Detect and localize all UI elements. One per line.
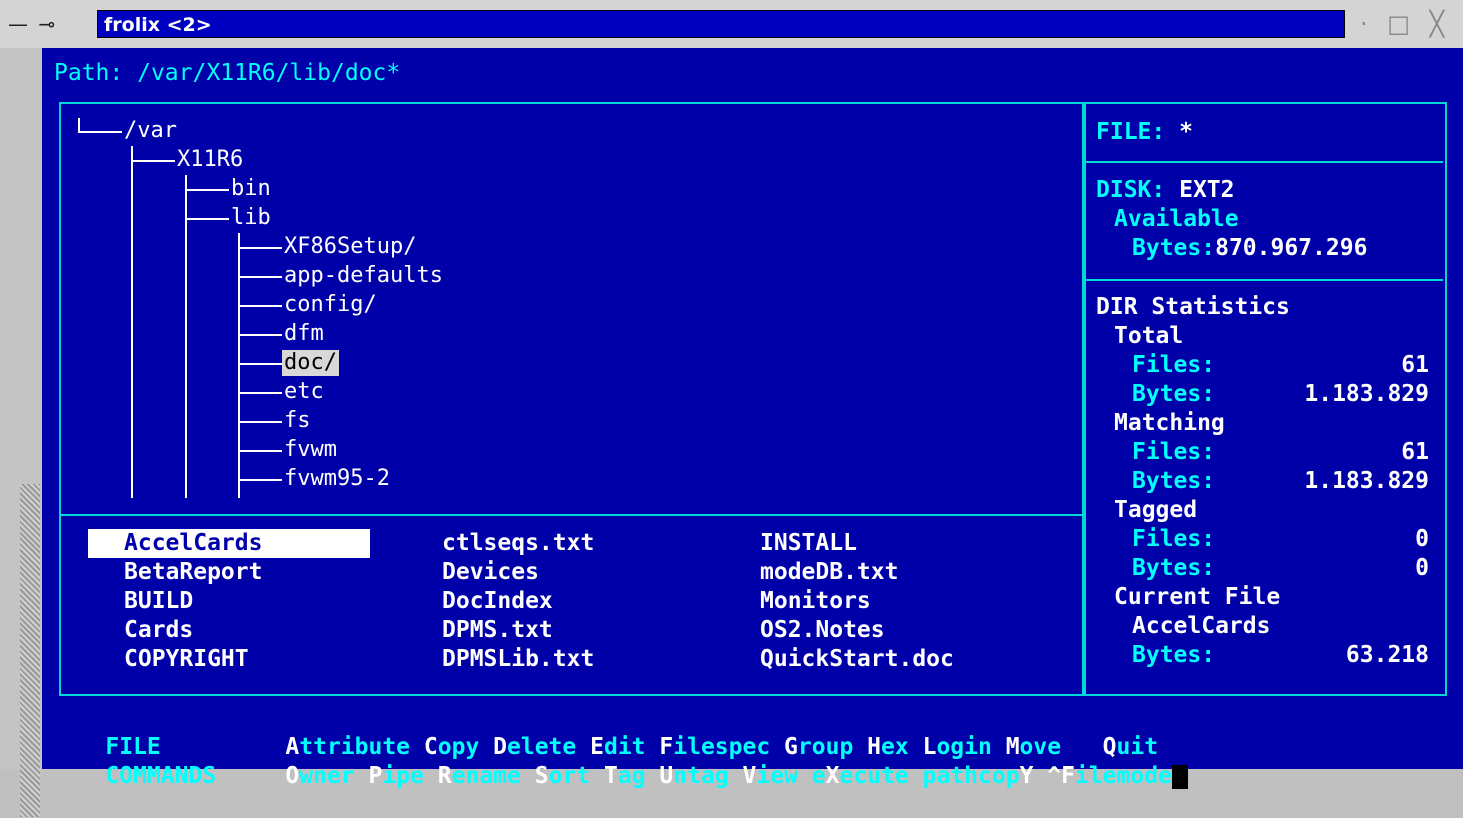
command-pipe[interactable]: Pipe <box>369 763 424 789</box>
tree-item[interactable]: /var <box>124 118 177 144</box>
command-tag[interactable]: Tag <box>604 763 646 789</box>
total-files-value: 61 <box>1401 352 1429 378</box>
tree-item[interactable]: fvwm95-2 <box>284 466 390 492</box>
command-pathcopy[interactable]: pathcopY <box>923 763 1034 789</box>
tree-item[interactable]: bin <box>231 176 271 202</box>
tagged-files-value: 0 <box>1415 526 1429 552</box>
total-heading: Total <box>1114 323 1184 349</box>
file-item[interactable]: DocIndex <box>442 587 553 616</box>
command-sort[interactable]: Sort <box>535 763 590 789</box>
file-item[interactable]: BUILD <box>124 587 193 616</box>
command-menu-row-2: COMMANDS Owner Pipe Rename Sort Tag Untag… <box>50 734 1188 818</box>
tree-item[interactable]: app-defaults <box>284 263 443 289</box>
bytes-label: Bytes: <box>1132 381 1216 407</box>
files-label: Files: <box>1132 439 1216 465</box>
files-label: Files: <box>1132 526 1216 552</box>
info-divider-1 <box>1084 161 1443 163</box>
file-item[interactable]: COPYRIGHT <box>124 645 249 674</box>
command-untag[interactable]: Untag <box>659 763 728 789</box>
tree-item[interactable]: XF86Setup/ <box>284 234 416 260</box>
tree-item[interactable]: dfm <box>284 321 324 347</box>
available-label: Available <box>1114 206 1239 232</box>
tagged-heading: Tagged <box>1114 497 1198 523</box>
file-item[interactable]: Cards <box>124 616 193 645</box>
command-group-label: COMMANDS <box>105 763 217 789</box>
disk-type: DISK: EXT2 <box>1096 177 1235 203</box>
file-item[interactable]: BetaReport <box>124 558 262 587</box>
total-bytes-value: 1.183.829 <box>1304 381 1429 407</box>
window-controls-icon[interactable]: · □ ╳ <box>1360 10 1450 38</box>
path-value: /var/X11R6/lib/doc* <box>137 60 401 86</box>
tree-item[interactable]: fvwm <box>284 437 337 463</box>
tree-divider <box>61 514 1082 516</box>
command-rename[interactable]: Rename <box>438 763 521 789</box>
file-spec: FILE: * <box>1096 119 1193 145</box>
tree-files-frame <box>59 102 1086 696</box>
file-item[interactable]: OS2.Notes <box>760 616 885 645</box>
tree-item[interactable]: config/ <box>284 292 377 318</box>
tagged-bytes-value: 0 <box>1415 555 1429 581</box>
command-view[interactable]: View <box>743 763 798 789</box>
scrollbar-handle[interactable] <box>20 484 40 817</box>
window-menu-icon[interactable]: — ⊸ <box>8 12 57 36</box>
file-item[interactable]: DPMSLib.txt <box>442 645 594 674</box>
file-item[interactable]: Devices <box>442 558 539 587</box>
current-file-name: AccelCards <box>1132 613 1271 639</box>
command-ctrl-filemode[interactable]: ^Filemode <box>1047 763 1172 789</box>
command-execute[interactable]: eXecute <box>812 763 909 789</box>
bytes-label: Bytes: <box>1132 468 1216 494</box>
tree-item[interactable]: lib <box>231 205 271 231</box>
dir-statistics-heading: DIR Statistics <box>1096 294 1290 320</box>
window-titlebar: — ⊸ frolix <2> · □ ╳ <box>0 0 1463 49</box>
text-cursor <box>1171 764 1188 789</box>
file-item[interactable]: modeDB.txt <box>760 558 898 587</box>
current-file-heading: Current File <box>1114 584 1281 610</box>
available-bytes: Bytes:870.967.296 <box>1132 235 1368 261</box>
file-item-selected[interactable]: AccelCards <box>88 529 370 558</box>
file-item[interactable]: INSTALL <box>760 529 857 558</box>
file-item[interactable]: ctlseqs.txt <box>442 529 594 558</box>
window-title: frolix <2> <box>97 10 1345 38</box>
terminal-screen: Path: /var/X11R6/lib/doc* /var X11R6 bin… <box>42 48 1463 789</box>
tree-item-selected[interactable]: doc/ <box>282 350 339 376</box>
tree-item[interactable]: fs <box>284 408 311 434</box>
matching-files-value: 61 <box>1401 439 1429 465</box>
tree-item[interactable]: etc <box>284 379 324 405</box>
terminal-scrollbar[interactable] <box>0 48 42 817</box>
path-label: Path: <box>54 60 124 86</box>
current-file-bytes-value: 63.218 <box>1345 642 1429 668</box>
command-owner[interactable]: Owner <box>285 763 354 789</box>
file-item[interactable]: Monitors <box>760 587 871 616</box>
file-item[interactable]: QuickStart.doc <box>760 645 954 674</box>
bytes-label: Bytes: <box>1132 642 1216 668</box>
files-label: Files: <box>1132 352 1216 378</box>
info-divider-2 <box>1084 279 1443 281</box>
file-item[interactable]: DPMS.txt <box>442 616 553 645</box>
path-line: Path: /var/X11R6/lib/doc* <box>54 59 400 88</box>
bytes-label: Bytes: <box>1132 555 1216 581</box>
tree-item[interactable]: X11R6 <box>177 147 243 173</box>
matching-bytes-value: 1.183.829 <box>1304 468 1429 494</box>
matching-heading: Matching <box>1114 410 1225 436</box>
